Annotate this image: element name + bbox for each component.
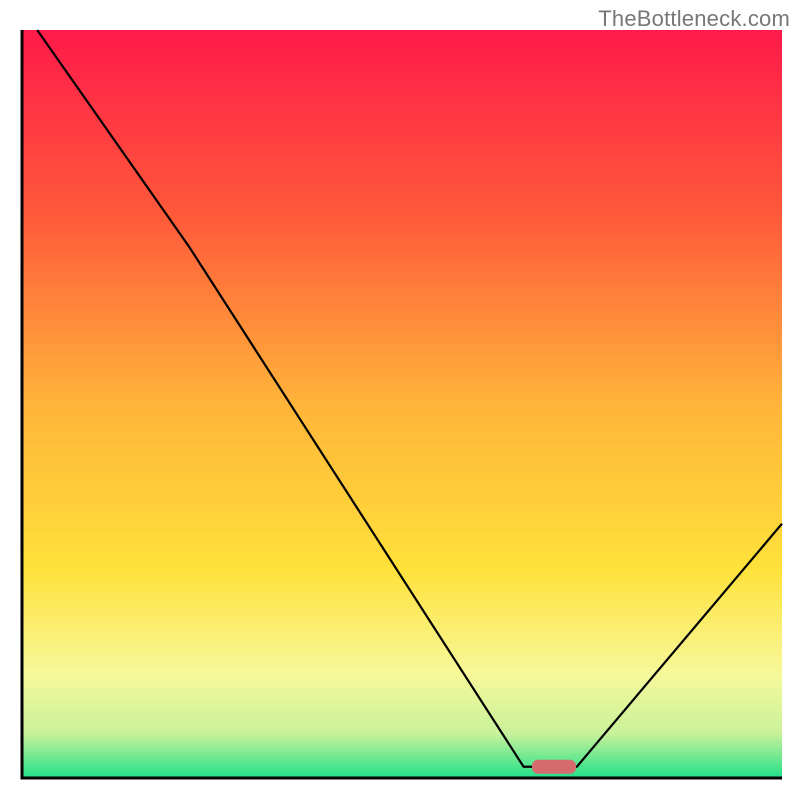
plot-area (22, 30, 782, 778)
optimal-marker (532, 760, 576, 774)
gradient-background (22, 30, 782, 778)
chart-svg (0, 0, 800, 800)
attribution-label: TheBottleneck.com (598, 6, 790, 32)
bottleneck-chart: TheBottleneck.com (0, 0, 800, 800)
